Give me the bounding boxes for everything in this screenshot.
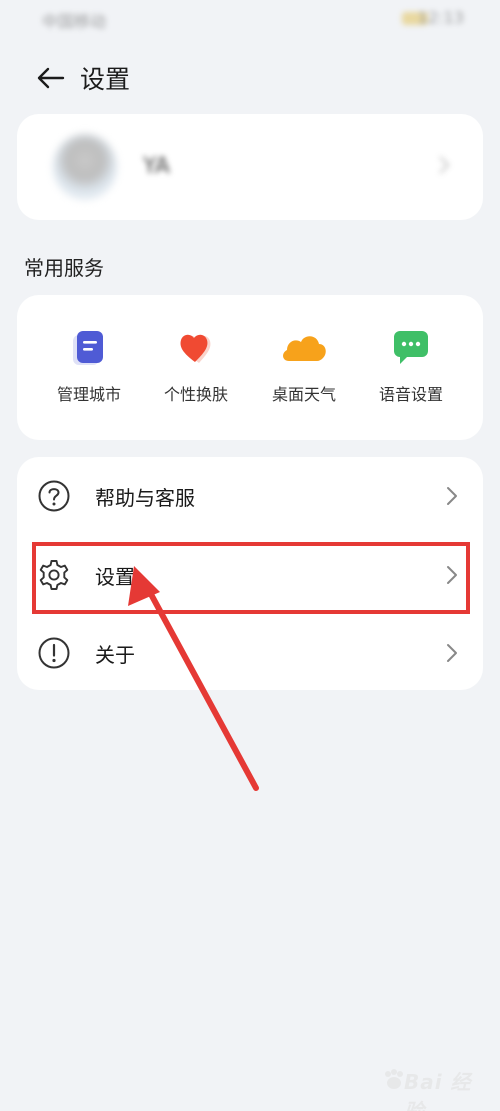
question-circle-icon [38,480,70,512]
heart-icon [177,329,215,367]
info-circle-icon [38,637,70,669]
service-desktop-weather[interactable]: 桌面天气 [252,329,356,413]
profile-card[interactable]: YA [17,114,483,220]
menu-item-label: 设置 [95,565,135,589]
document-icon [70,329,108,367]
chevron-right-icon [447,487,457,505]
service-label: 个性换肤 [163,385,228,404]
service-label: 桌面天气 [271,385,336,404]
service-label: 管理城市 [56,385,121,404]
menu-card: 帮助与客服 设置 关于 [17,457,483,690]
service-skin[interactable]: 个性换肤 [144,329,248,413]
menu-item-label: 帮助与客服 [95,486,195,510]
chat-bubble-icon [392,329,430,367]
chevron-right-icon [439,156,450,174]
menu-item-label: 关于 [95,643,135,667]
cloud-icon [279,329,329,367]
status-bar: 中国移动 12:13 [0,0,500,40]
back-button[interactable] [30,58,70,98]
chevron-right-icon [447,566,457,584]
back-arrow-icon [37,67,65,89]
page-title: 设置 [80,65,131,94]
service-label: 语音设置 [378,385,443,404]
gear-icon [39,560,69,590]
watermark-text: Bai 经验 [404,1070,472,1111]
paw-logo-icon [385,1069,403,1089]
status-time: 12:13 [417,8,464,27]
menu-item-about[interactable]: 关于 [17,614,483,692]
chevron-right-icon [447,644,457,662]
header: 设置 [30,58,330,98]
services-card: 管理城市 个性换肤 桌面天气 语音设置 [17,295,483,440]
service-manage-city[interactable]: 管理城市 [37,329,141,413]
service-voice-settings[interactable]: 语音设置 [359,329,463,413]
section-title: 常用服务 [24,256,104,280]
menu-item-settings[interactable]: 设置 [17,536,483,614]
watermark: Bai 经验 [382,1060,472,1111]
user-name: YA [143,154,170,179]
carrier-label: 中国移动 [42,12,107,31]
menu-item-help[interactable]: 帮助与客服 [17,457,483,535]
avatar [53,134,117,200]
